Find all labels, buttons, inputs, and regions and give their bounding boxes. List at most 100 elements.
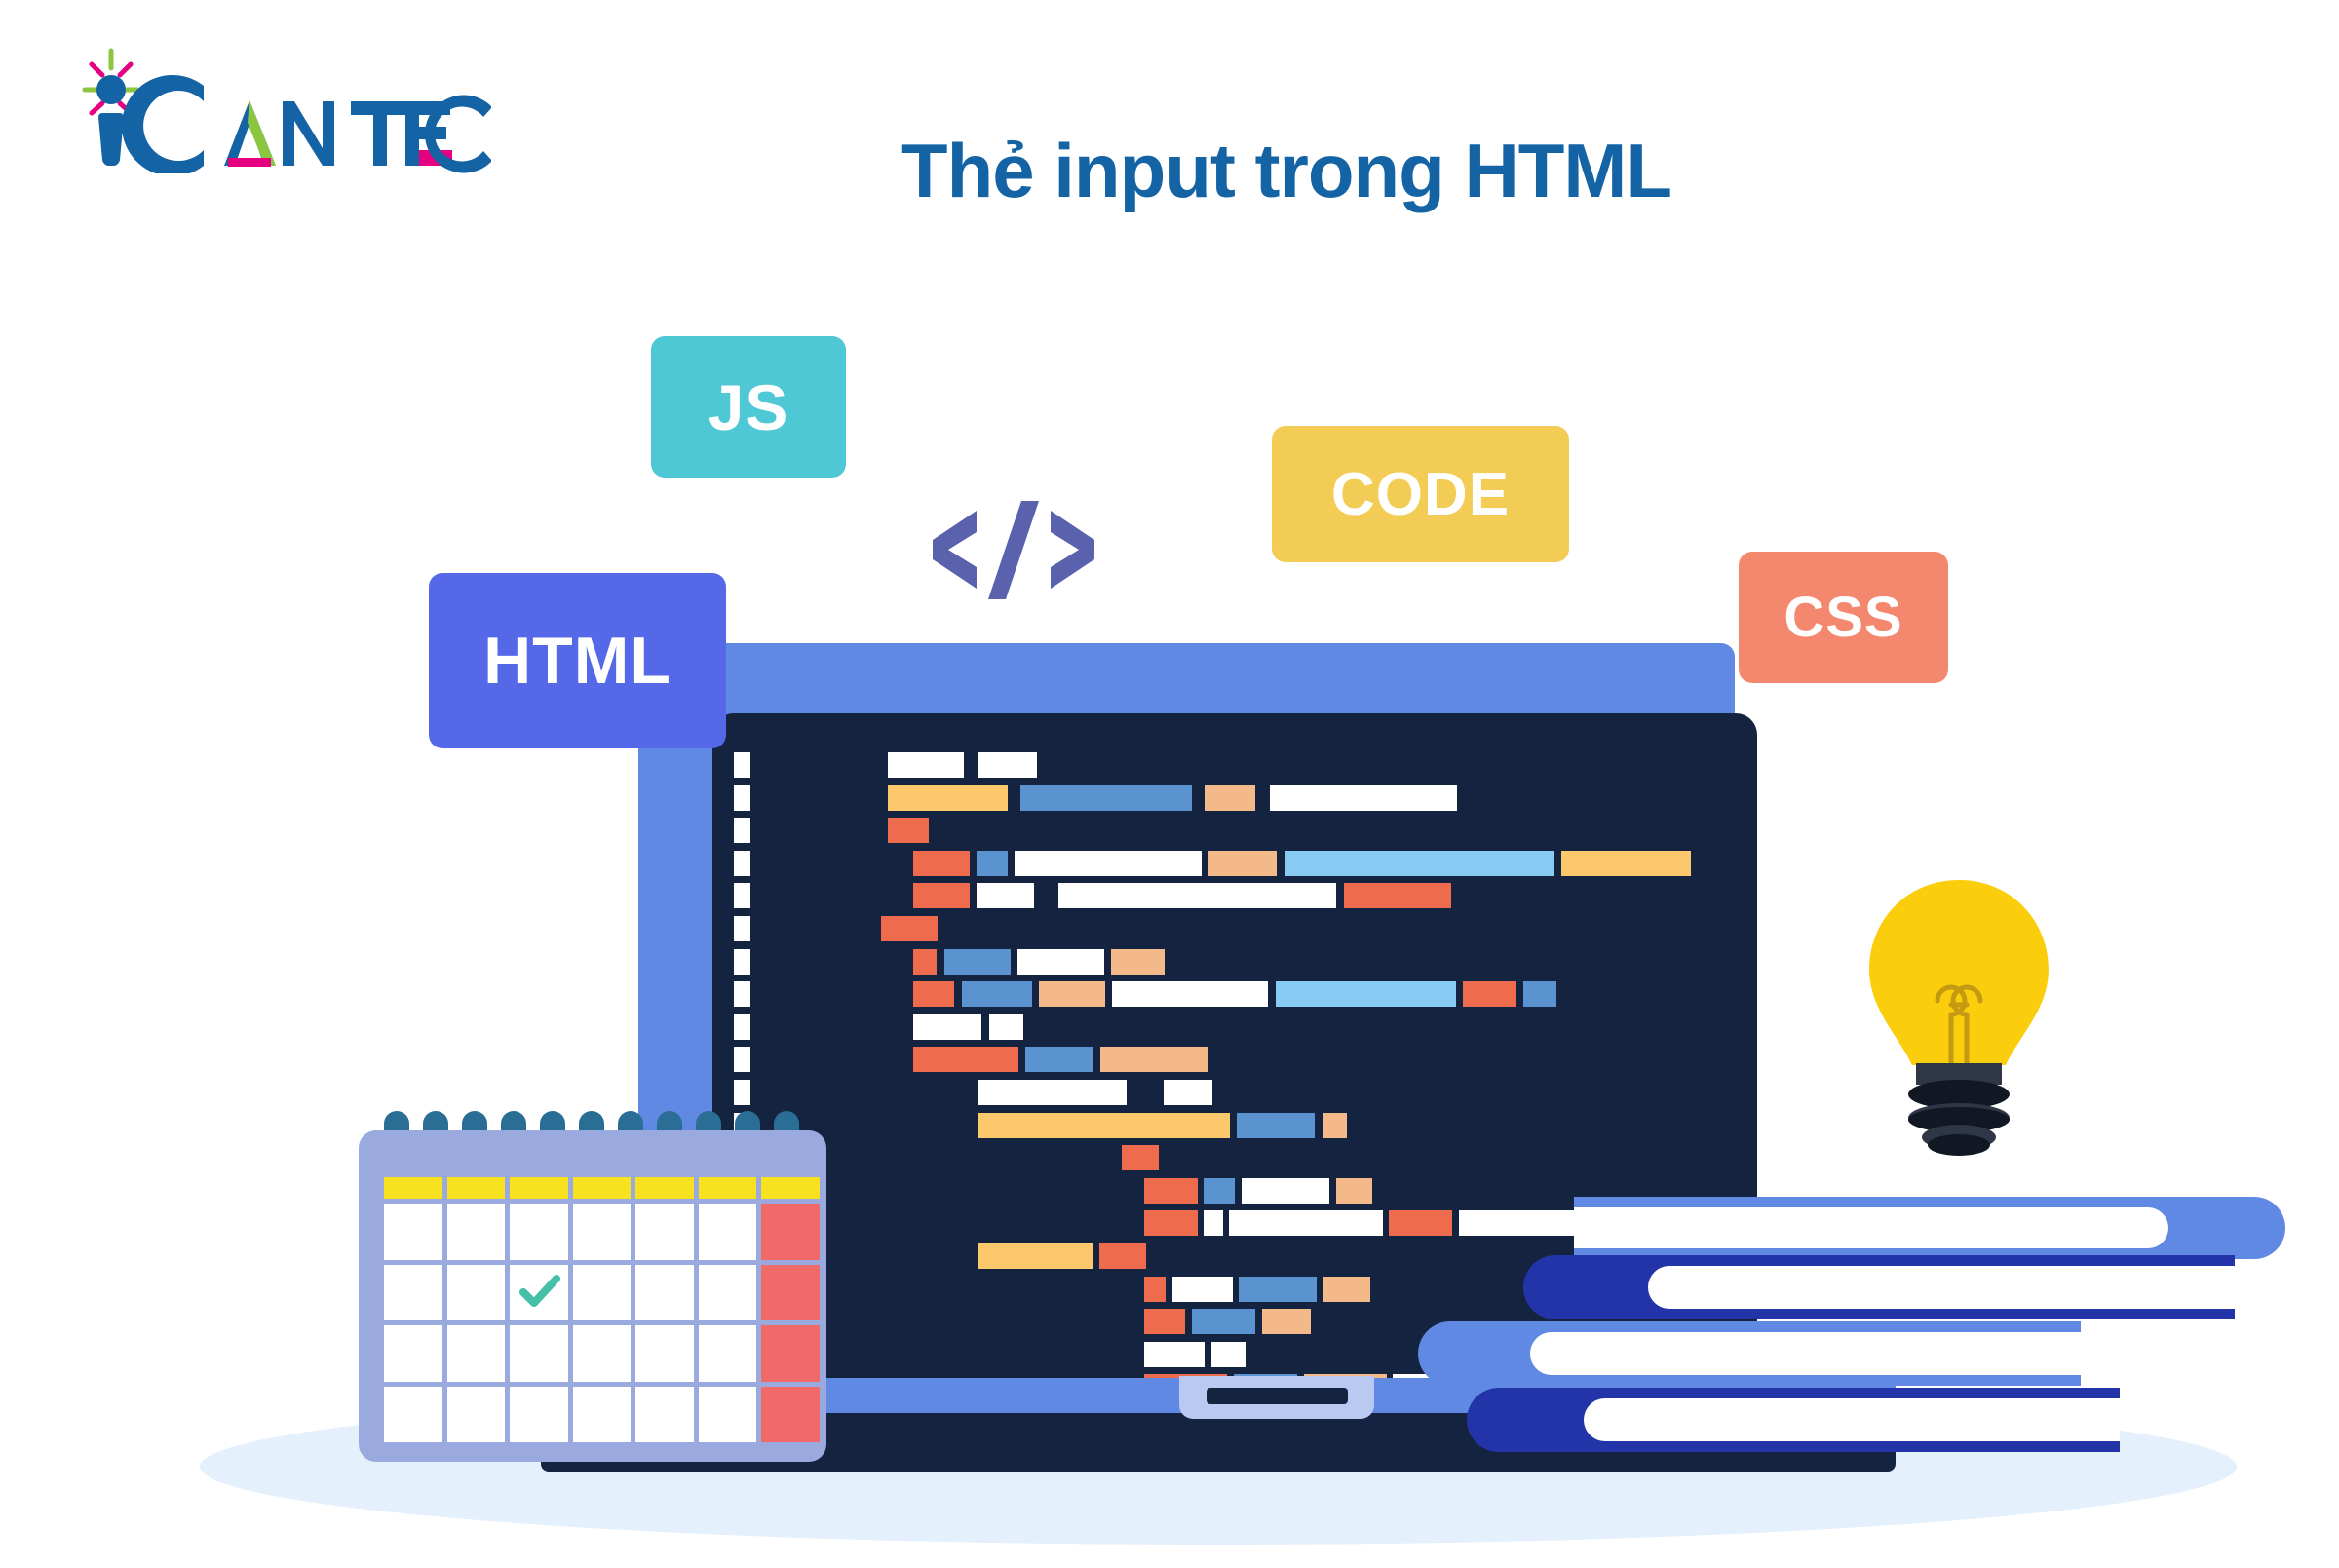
code-token-orange [1344, 883, 1451, 909]
calendar-day-cell[interactable] [510, 1204, 568, 1260]
calendar-day-cell[interactable] [446, 1386, 506, 1442]
calendar-weekend-cell[interactable] [761, 1264, 820, 1320]
code-token-white [1058, 883, 1336, 909]
calendar-day-cell[interactable] [384, 1204, 442, 1260]
calendar-day-cell[interactable] [572, 1204, 632, 1260]
code-token-blue [1237, 1112, 1315, 1138]
calendar-day-cell[interactable] [698, 1204, 757, 1260]
calendar-header-cell [510, 1177, 568, 1199]
laptop-trackpad-notch [1207, 1388, 1348, 1404]
code-token-peach [1100, 1047, 1208, 1073]
code-token-orange [1144, 1309, 1185, 1335]
calendar-day-cell[interactable] [698, 1386, 757, 1442]
code-token-orange [1144, 1210, 1198, 1237]
person-head-icon [96, 75, 126, 104]
calendar-weekend-cell[interactable] [761, 1386, 820, 1442]
code-token-amber [978, 1112, 1230, 1138]
book-stack-illustration [1418, 1197, 2285, 1452]
code-token-white [1172, 1276, 1233, 1302]
calendar-day-cell[interactable] [446, 1204, 506, 1260]
calendar-day-cell[interactable] [635, 1325, 694, 1382]
code-token-peach [1323, 1112, 1347, 1138]
badge-js[interactable]: JS [651, 336, 846, 478]
calendar-grid [384, 1177, 820, 1442]
book-4 [1467, 1388, 2120, 1452]
code-token-amber [1561, 850, 1691, 876]
badge-css[interactable]: CSS [1739, 552, 1948, 683]
calendar-day-cell[interactable] [384, 1325, 442, 1382]
calendar-day-cell[interactable] [384, 1264, 442, 1320]
code-token-blue [1239, 1276, 1317, 1302]
code-token-orange [913, 883, 970, 909]
line-number-marker [734, 784, 750, 811]
calendar-weekend-cell[interactable] [761, 1204, 820, 1260]
code-token-blue [1025, 1047, 1093, 1073]
check-icon [519, 1274, 561, 1307]
code-token-white [913, 1013, 981, 1040]
code-token-orange [1144, 1276, 1166, 1302]
code-token-sky [1285, 850, 1554, 876]
code-token-white [1112, 981, 1268, 1008]
calendar-day-cell[interactable] [572, 1325, 632, 1382]
code-token-white [977, 883, 1034, 909]
code-token-peach [1208, 850, 1277, 876]
code-token-orange [1389, 1210, 1452, 1237]
code-token-blue [1020, 784, 1192, 811]
code-token-white [978, 752, 1037, 778]
line-number-marker [734, 818, 750, 844]
line-number-marker [734, 752, 750, 778]
code-token-white [1015, 850, 1202, 876]
line-number-marker [734, 1080, 750, 1105]
code-token-white [1204, 1210, 1223, 1237]
code-token-orange [913, 1047, 1018, 1073]
calendar-header-cell [572, 1177, 632, 1199]
code-token-peach [1111, 948, 1165, 975]
calendar-day-cell[interactable] [384, 1386, 442, 1442]
line-number-marker [734, 850, 750, 876]
calendar-day-cell[interactable] [510, 1386, 568, 1442]
bulb-tip [1928, 1134, 1990, 1156]
code-token-white [1211, 1341, 1246, 1367]
code-token-white [1270, 784, 1457, 811]
code-token-blue [962, 981, 1032, 1008]
calendar-header-cell [446, 1177, 506, 1199]
code-token-white [978, 1080, 1127, 1105]
code-token-amber [888, 784, 1008, 811]
book-3 [1418, 1321, 2081, 1386]
calendar-day-cell[interactable] [635, 1264, 694, 1320]
book-2 [1523, 1255, 2243, 1319]
code-token-amber [978, 1243, 1093, 1269]
calendar-day-cell[interactable] [635, 1386, 694, 1442]
calendar-day-cell[interactable] [446, 1325, 506, 1382]
calendar-body [359, 1130, 826, 1462]
code-token-blue [977, 850, 1008, 876]
calendar-header-cell [761, 1177, 820, 1199]
calendar-day-cell[interactable] [698, 1325, 757, 1382]
line-number-marker [734, 916, 750, 941]
badge-code[interactable]: CODE [1272, 426, 1569, 562]
code-token-blue [1192, 1309, 1255, 1335]
calendar-day-cell[interactable] [446, 1264, 506, 1320]
code-token-orange [913, 850, 970, 876]
calendar-day-cell[interactable] [698, 1264, 757, 1320]
calendar-day-cell[interactable] [572, 1264, 632, 1320]
code-token-peach [1205, 784, 1255, 811]
calendar-day-cell[interactable] [510, 1325, 568, 1382]
calendar-day-cell[interactable] [510, 1264, 568, 1320]
code-token-white [989, 1013, 1023, 1040]
code-token-orange [1463, 981, 1516, 1008]
calendar-weekend-cell[interactable] [761, 1325, 820, 1382]
code-token-orange [1122, 1145, 1159, 1171]
code-token-blue [1204, 1177, 1235, 1204]
calendar-day-cell[interactable] [572, 1386, 632, 1442]
calendar-day-cell[interactable] [635, 1204, 694, 1260]
code-token-orange [913, 948, 937, 975]
code-token-white [888, 752, 964, 778]
badge-html[interactable]: HTML [429, 573, 726, 748]
code-token-white [1229, 1210, 1383, 1237]
code-token-sky [1276, 981, 1456, 1008]
calendar-header-cell [384, 1177, 442, 1199]
code-token-peach [1336, 1177, 1372, 1204]
book-1 [1574, 1197, 2285, 1259]
code-token-white [1017, 948, 1104, 975]
